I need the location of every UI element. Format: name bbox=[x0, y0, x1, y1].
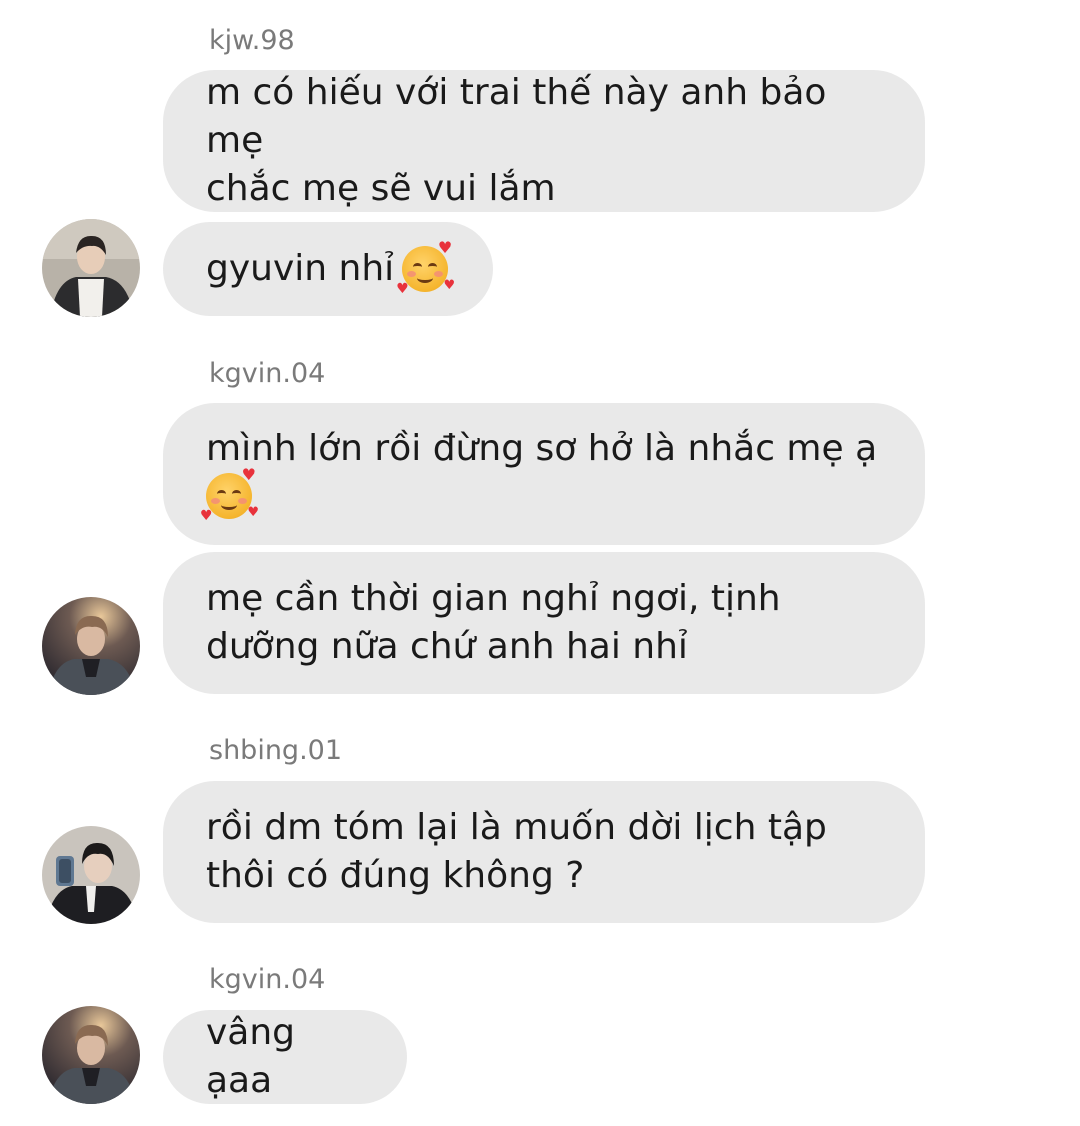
avatar[interactable] bbox=[42, 826, 140, 924]
avatar[interactable] bbox=[42, 1006, 140, 1104]
message-bubble[interactable]: mẹ cần thời gian nghỉ ngơi, tịnh dưỡng n… bbox=[163, 552, 925, 694]
message-bubble[interactable]: rồi dm tóm lại là muốn dời lịch tập thôi… bbox=[163, 781, 925, 923]
avatar-photo bbox=[42, 219, 140, 317]
message-text: vâng ạaa bbox=[206, 1012, 296, 1101]
sender-username: shbing.01 bbox=[209, 735, 343, 766]
smiling-face-with-hearts-icon: ♥ ♥ ♥ bbox=[200, 465, 259, 524]
message-text: gyuvin nhỉ bbox=[206, 248, 395, 289]
avatar[interactable] bbox=[42, 219, 140, 317]
smiling-face-with-hearts-icon: ♥ ♥ ♥ bbox=[396, 238, 456, 297]
avatar-photo bbox=[42, 1006, 140, 1104]
message-text: mình lớn rồi đừng sơ hở là nhắc mẹ ạ bbox=[206, 428, 878, 469]
sender-username: kjw.98 bbox=[209, 25, 295, 56]
message-bubble[interactable]: vâng ạaa bbox=[163, 1010, 407, 1104]
message-bubble[interactable]: mình lớn rồi đừng sơ hở là nhắc mẹ ạ ♥ ♥ ♥ bbox=[163, 403, 925, 545]
message-bubble[interactable]: m có hiếu với trai thế này anh bảo mẹ ch… bbox=[163, 70, 925, 212]
sender-username: kgvin.04 bbox=[209, 358, 326, 389]
message-bubble[interactable]: gyuvin nhỉ ♥ ♥ ♥ bbox=[163, 222, 493, 316]
message-text: mẹ cần thời gian nghỉ ngơi, tịnh dưỡng n… bbox=[206, 578, 781, 667]
message-text: m có hiếu với trai thế này anh bảo mẹ ch… bbox=[206, 72, 827, 209]
avatar[interactable] bbox=[42, 597, 140, 695]
avatar-photo bbox=[42, 597, 140, 695]
avatar-photo bbox=[42, 826, 140, 924]
message-text: rồi dm tóm lại là muốn dời lịch tập thôi… bbox=[206, 807, 827, 896]
sender-username: kgvin.04 bbox=[209, 964, 326, 995]
